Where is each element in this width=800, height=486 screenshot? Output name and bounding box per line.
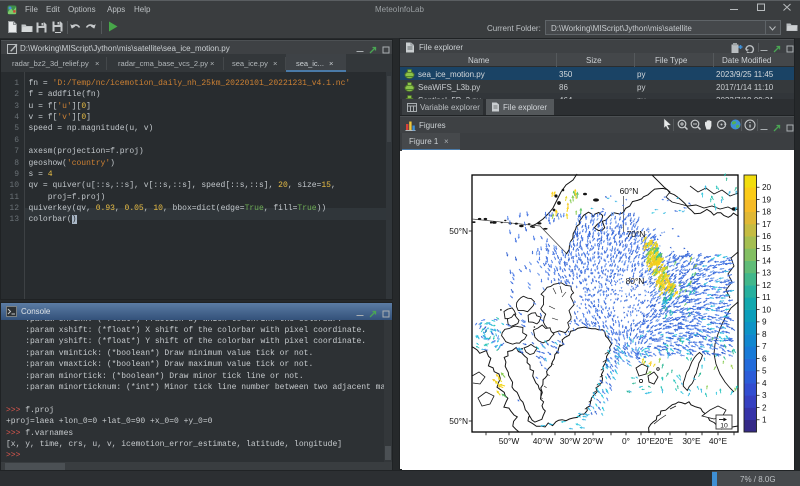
svg-text:80°N: 80°N bbox=[626, 276, 645, 286]
svg-text:19: 19 bbox=[762, 195, 772, 204]
svg-text:20°W: 20°W bbox=[583, 436, 604, 446]
svg-text:4: 4 bbox=[762, 379, 767, 388]
svg-text:17: 17 bbox=[762, 220, 772, 229]
svg-text:12: 12 bbox=[762, 281, 772, 290]
svg-text:8: 8 bbox=[762, 330, 767, 339]
svg-text:11: 11 bbox=[762, 293, 771, 302]
svg-text:14: 14 bbox=[762, 256, 772, 265]
svg-text:50°W: 50°W bbox=[499, 436, 520, 446]
svg-text:40°E: 40°E bbox=[709, 436, 728, 446]
svg-text:10: 10 bbox=[720, 423, 728, 430]
svg-text:3: 3 bbox=[762, 391, 767, 400]
svg-text:30°W: 30°W bbox=[560, 436, 581, 446]
svg-text:20: 20 bbox=[762, 183, 772, 192]
svg-text:15: 15 bbox=[762, 244, 772, 253]
svg-text:20°E: 20°E bbox=[655, 436, 674, 446]
svg-text:60°N: 60°N bbox=[620, 186, 639, 196]
svg-text:0°: 0° bbox=[622, 436, 630, 446]
svg-text:50°N: 50°N bbox=[449, 226, 468, 236]
svg-text:6: 6 bbox=[762, 354, 767, 363]
svg-text:40°W: 40°W bbox=[533, 436, 554, 446]
svg-text:50°N: 50°N bbox=[449, 416, 468, 426]
svg-text:7: 7 bbox=[762, 342, 767, 351]
svg-text:10: 10 bbox=[762, 305, 772, 314]
svg-text:2: 2 bbox=[762, 403, 767, 412]
svg-text:18: 18 bbox=[762, 208, 772, 217]
svg-text:9: 9 bbox=[762, 318, 767, 327]
svg-text:30°E: 30°E bbox=[682, 436, 701, 446]
svg-text:1: 1 bbox=[762, 416, 767, 425]
svg-text:13: 13 bbox=[762, 269, 772, 278]
svg-text:70°N: 70°N bbox=[627, 229, 646, 239]
svg-text:5: 5 bbox=[762, 367, 767, 376]
svg-text:10°E: 10°E bbox=[637, 436, 656, 446]
svg-text:16: 16 bbox=[762, 232, 772, 241]
